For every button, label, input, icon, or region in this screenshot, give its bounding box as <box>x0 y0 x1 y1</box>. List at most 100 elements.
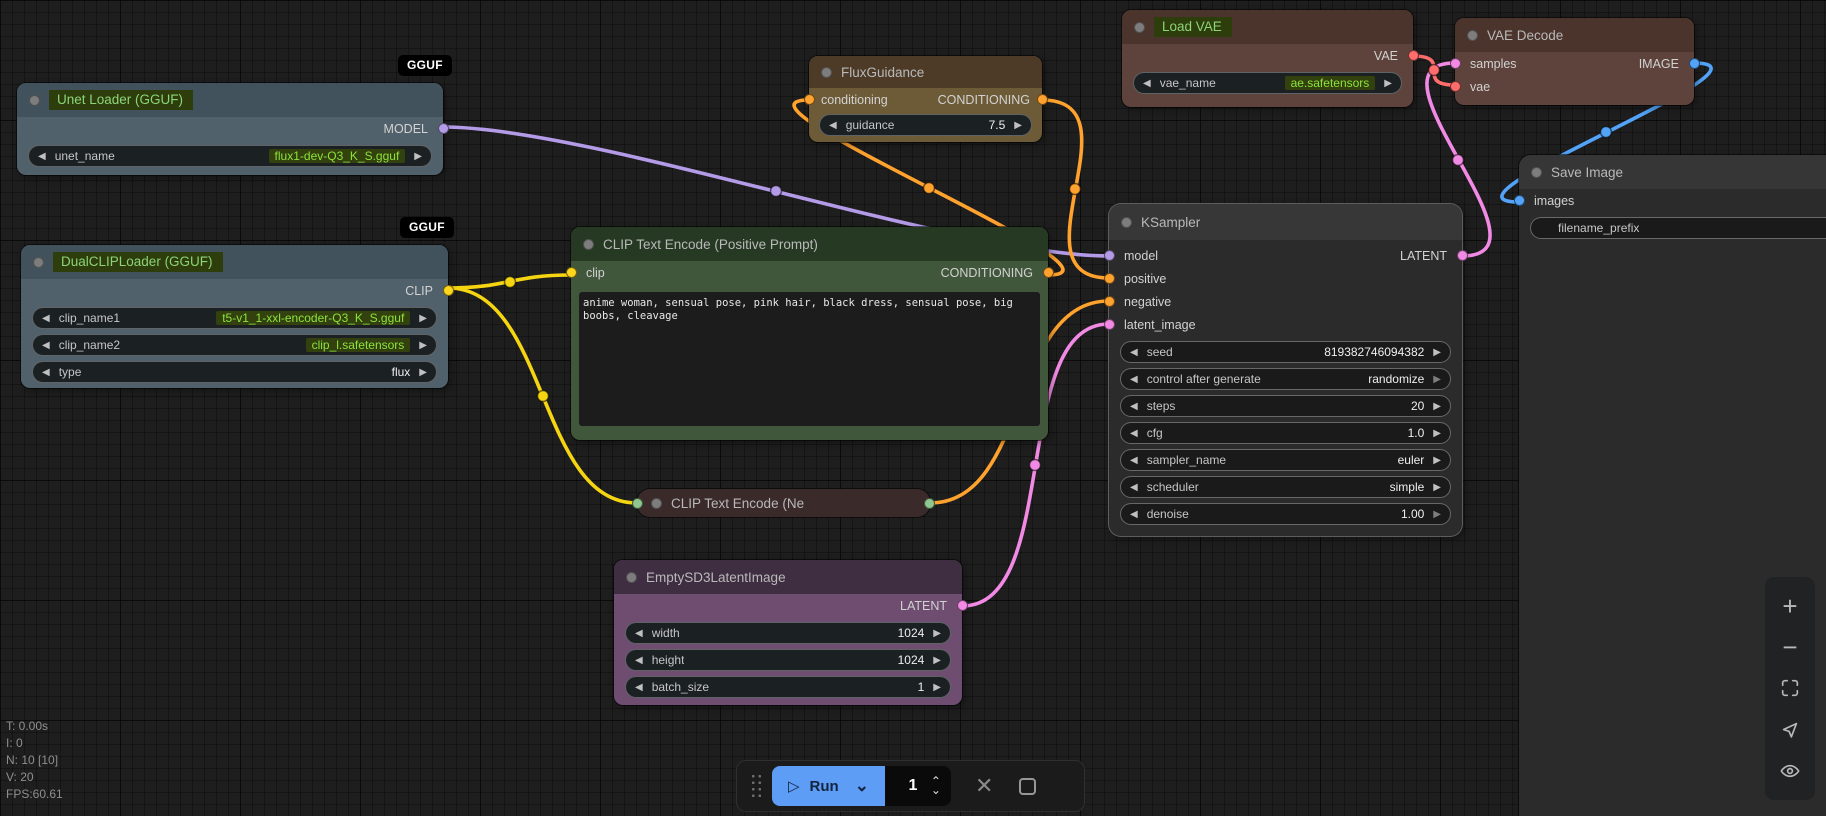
output-dot-latent[interactable] <box>956 600 968 611</box>
decrement-arrow-icon[interactable]: ◀ <box>1130 428 1138 439</box>
output-dot-vae[interactable] <box>1407 50 1419 61</box>
node-clip-text-encode-negative-collapsed[interactable]: CLIP Text Encode (Ne <box>632 489 935 517</box>
widget-type[interactable]: ◀ type flux ▶ <box>32 361 437 383</box>
cancel-icon[interactable]: ✕ <box>975 773 993 799</box>
zoom-in-button[interactable]: + <box>1777 593 1803 619</box>
collapse-dot[interactable] <box>33 256 44 268</box>
increment-arrow-icon[interactable]: ▶ <box>1433 401 1441 412</box>
collapse-dot[interactable] <box>1531 166 1542 178</box>
input-dot-model[interactable] <box>1103 250 1115 261</box>
widget-batch-size[interactable]: ◀ batch_size 1 ▶ <box>625 676 951 698</box>
collapse-dot[interactable] <box>1121 216 1132 228</box>
collapse-dot[interactable] <box>1134 21 1145 33</box>
widget-vae-name[interactable]: ◀ vae_name ae.safetensors ▶ <box>1133 72 1402 94</box>
node-header[interactable]: DualCLIPLoader (GGUF) <box>21 245 448 279</box>
toggle-visibility-button[interactable] <box>1777 758 1803 784</box>
increment-arrow-icon[interactable]: ▶ <box>1433 509 1441 520</box>
node-empty-sd3-latent-image[interactable]: EmptySD3LatentImage LATENT ◀ width 1024 … <box>614 560 968 705</box>
node-header[interactable]: Save Image <box>1519 155 1826 189</box>
collapse-dot[interactable] <box>626 571 637 583</box>
input-dot-samples[interactable] <box>1449 58 1461 69</box>
increment-arrow-icon[interactable]: ▶ <box>1433 374 1441 385</box>
decrement-arrow-icon[interactable]: ◀ <box>1130 374 1138 385</box>
prompt-textarea[interactable]: anime woman, sensual pose, pink hair, bl… <box>579 292 1040 426</box>
widget-cfg[interactable]: ◀ cfg 1.0 ▶ <box>1120 422 1451 444</box>
decrement-arrow-icon[interactable]: ◀ <box>1130 509 1138 520</box>
node-graph-canvas[interactable]: GGUF GGUF Unet Loader (GGUF) MODEL ◀ une… <box>0 0 1826 816</box>
input-dot-conditioning[interactable] <box>803 94 815 105</box>
stop-icon[interactable] <box>1019 777 1037 795</box>
widget-steps[interactable]: ◀ steps 20 ▶ <box>1120 395 1451 417</box>
decrement-arrow-icon[interactable]: ◀ <box>1130 401 1138 412</box>
input-dot-positive[interactable] <box>1103 273 1115 284</box>
input-dot-images[interactable] <box>1513 195 1525 206</box>
increment-arrow-icon[interactable]: ▶ <box>1433 428 1441 439</box>
widget-unet-name[interactable]: ◀ unet_name flux1-dev-Q3_K_S.gguf ▶ <box>28 145 432 167</box>
output-dot-conditioning[interactable] <box>1042 267 1054 278</box>
decrement-arrow-icon[interactable]: ◀ <box>42 313 50 324</box>
increment-arrow-icon[interactable]: ▶ <box>1014 120 1022 131</box>
output-dot-image[interactable] <box>1688 58 1700 69</box>
decrement-arrow-icon[interactable]: ◀ <box>38 151 46 162</box>
output-dot-clip[interactable] <box>442 285 454 296</box>
collapse-dot[interactable] <box>583 238 594 250</box>
increment-arrow-icon[interactable]: ▶ <box>933 655 941 666</box>
widget-control-after-generate[interactable]: ◀ control after generate randomize ▶ <box>1120 368 1451 390</box>
widget-clip-name2[interactable]: ◀ clip_name2 clip_l.safetensors ▶ <box>32 334 437 356</box>
collapse-dot[interactable] <box>1467 29 1478 41</box>
node-header[interactable]: Load VAE <box>1122 10 1413 44</box>
node-header[interactable]: VAE Decode <box>1455 18 1694 52</box>
decrement-arrow-icon[interactable]: ◀ <box>635 682 643 693</box>
node-header[interactable]: KSampler <box>1109 204 1462 240</box>
widget-clip-name1[interactable]: ◀ clip_name1 t5-v1_1-xxl-encoder-Q3_K_S.… <box>32 307 437 329</box>
increment-arrow-icon[interactable]: ▶ <box>419 340 427 351</box>
batch-count-stepper[interactable]: ⌃ ⌄ <box>931 775 941 796</box>
output-dot-model[interactable] <box>437 123 449 134</box>
run-options-chevron-icon[interactable]: ⌄ <box>855 777 869 794</box>
run-button[interactable]: ▷ Run ⌄ <box>772 766 885 806</box>
node-header[interactable]: CLIP Text Encode (Positive Prompt) <box>571 227 1048 261</box>
node-header[interactable]: EmptySD3LatentImage <box>614 560 962 594</box>
increment-arrow-icon[interactable]: ▶ <box>1433 482 1441 493</box>
decrement-arrow-icon[interactable]: ◀ <box>829 120 837 131</box>
increment-arrow-icon[interactable]: ▶ <box>933 628 941 639</box>
node-clip-text-encode-positive[interactable]: CLIP Text Encode (Positive Prompt) clip … <box>565 227 1054 440</box>
zoom-out-button[interactable]: − <box>1777 634 1803 660</box>
widget-sampler-name[interactable]: ◀ sampler_name euler ▶ <box>1120 449 1451 471</box>
widget-denoise[interactable]: ◀ denoise 1.00 ▶ <box>1120 503 1451 525</box>
node-header[interactable]: Unet Loader (GGUF) <box>17 83 443 117</box>
input-dot-vae[interactable] <box>1449 81 1461 92</box>
decrement-arrow-icon[interactable]: ◀ <box>42 367 50 378</box>
collapse-dot[interactable] <box>29 94 40 106</box>
stepper-down-icon[interactable]: ⌄ <box>931 784 941 796</box>
output-dot-latent[interactable] <box>1456 250 1468 261</box>
drag-handle-icon[interactable] <box>750 773 763 799</box>
node-ksampler[interactable]: KSampler model LATENT positive negative … <box>1103 204 1468 536</box>
widget-filename-prefix[interactable]: filename_prefix <box>1530 217 1826 239</box>
decrement-arrow-icon[interactable]: ◀ <box>1130 482 1138 493</box>
output-dot-conditioning[interactable] <box>1036 94 1048 105</box>
increment-arrow-icon[interactable]: ▶ <box>419 313 427 324</box>
increment-arrow-icon[interactable]: ▶ <box>1433 347 1441 358</box>
node-unet-loader[interactable]: Unet Loader (GGUF) MODEL ◀ unet_name flu… <box>17 83 449 175</box>
increment-arrow-icon[interactable]: ▶ <box>933 682 941 693</box>
input-dot-latent-image[interactable] <box>1103 319 1115 330</box>
input-dot-clip[interactable] <box>565 267 577 278</box>
input-dot-negative[interactable] <box>1103 296 1115 307</box>
collapsed-input-dot[interactable] <box>632 497 643 509</box>
increment-arrow-icon[interactable]: ▶ <box>414 151 422 162</box>
decrement-arrow-icon[interactable]: ◀ <box>1130 347 1138 358</box>
decrement-arrow-icon[interactable]: ◀ <box>1143 78 1151 89</box>
collapse-dot[interactable] <box>651 497 662 509</box>
widget-width[interactable]: ◀ width 1024 ▶ <box>625 622 951 644</box>
node-vae-decode[interactable]: VAE Decode samples IMAGE vae <box>1449 18 1700 105</box>
collapsed-output-dot[interactable] <box>924 497 935 509</box>
node-load-vae[interactable]: Load VAE VAE ◀ vae_name ae.safetensors ▶ <box>1122 10 1419 107</box>
widget-scheduler[interactable]: ◀ scheduler simple ▶ <box>1120 476 1451 498</box>
decrement-arrow-icon[interactable]: ◀ <box>635 655 643 666</box>
widget-seed[interactable]: ◀ seed 819382746094382 ▶ <box>1120 341 1451 363</box>
widget-height[interactable]: ◀ height 1024 ▶ <box>625 649 951 671</box>
batch-count-field[interactable]: 1 ⌃ ⌄ <box>884 766 951 806</box>
increment-arrow-icon[interactable]: ▶ <box>1433 455 1441 466</box>
decrement-arrow-icon[interactable]: ◀ <box>1130 455 1138 466</box>
